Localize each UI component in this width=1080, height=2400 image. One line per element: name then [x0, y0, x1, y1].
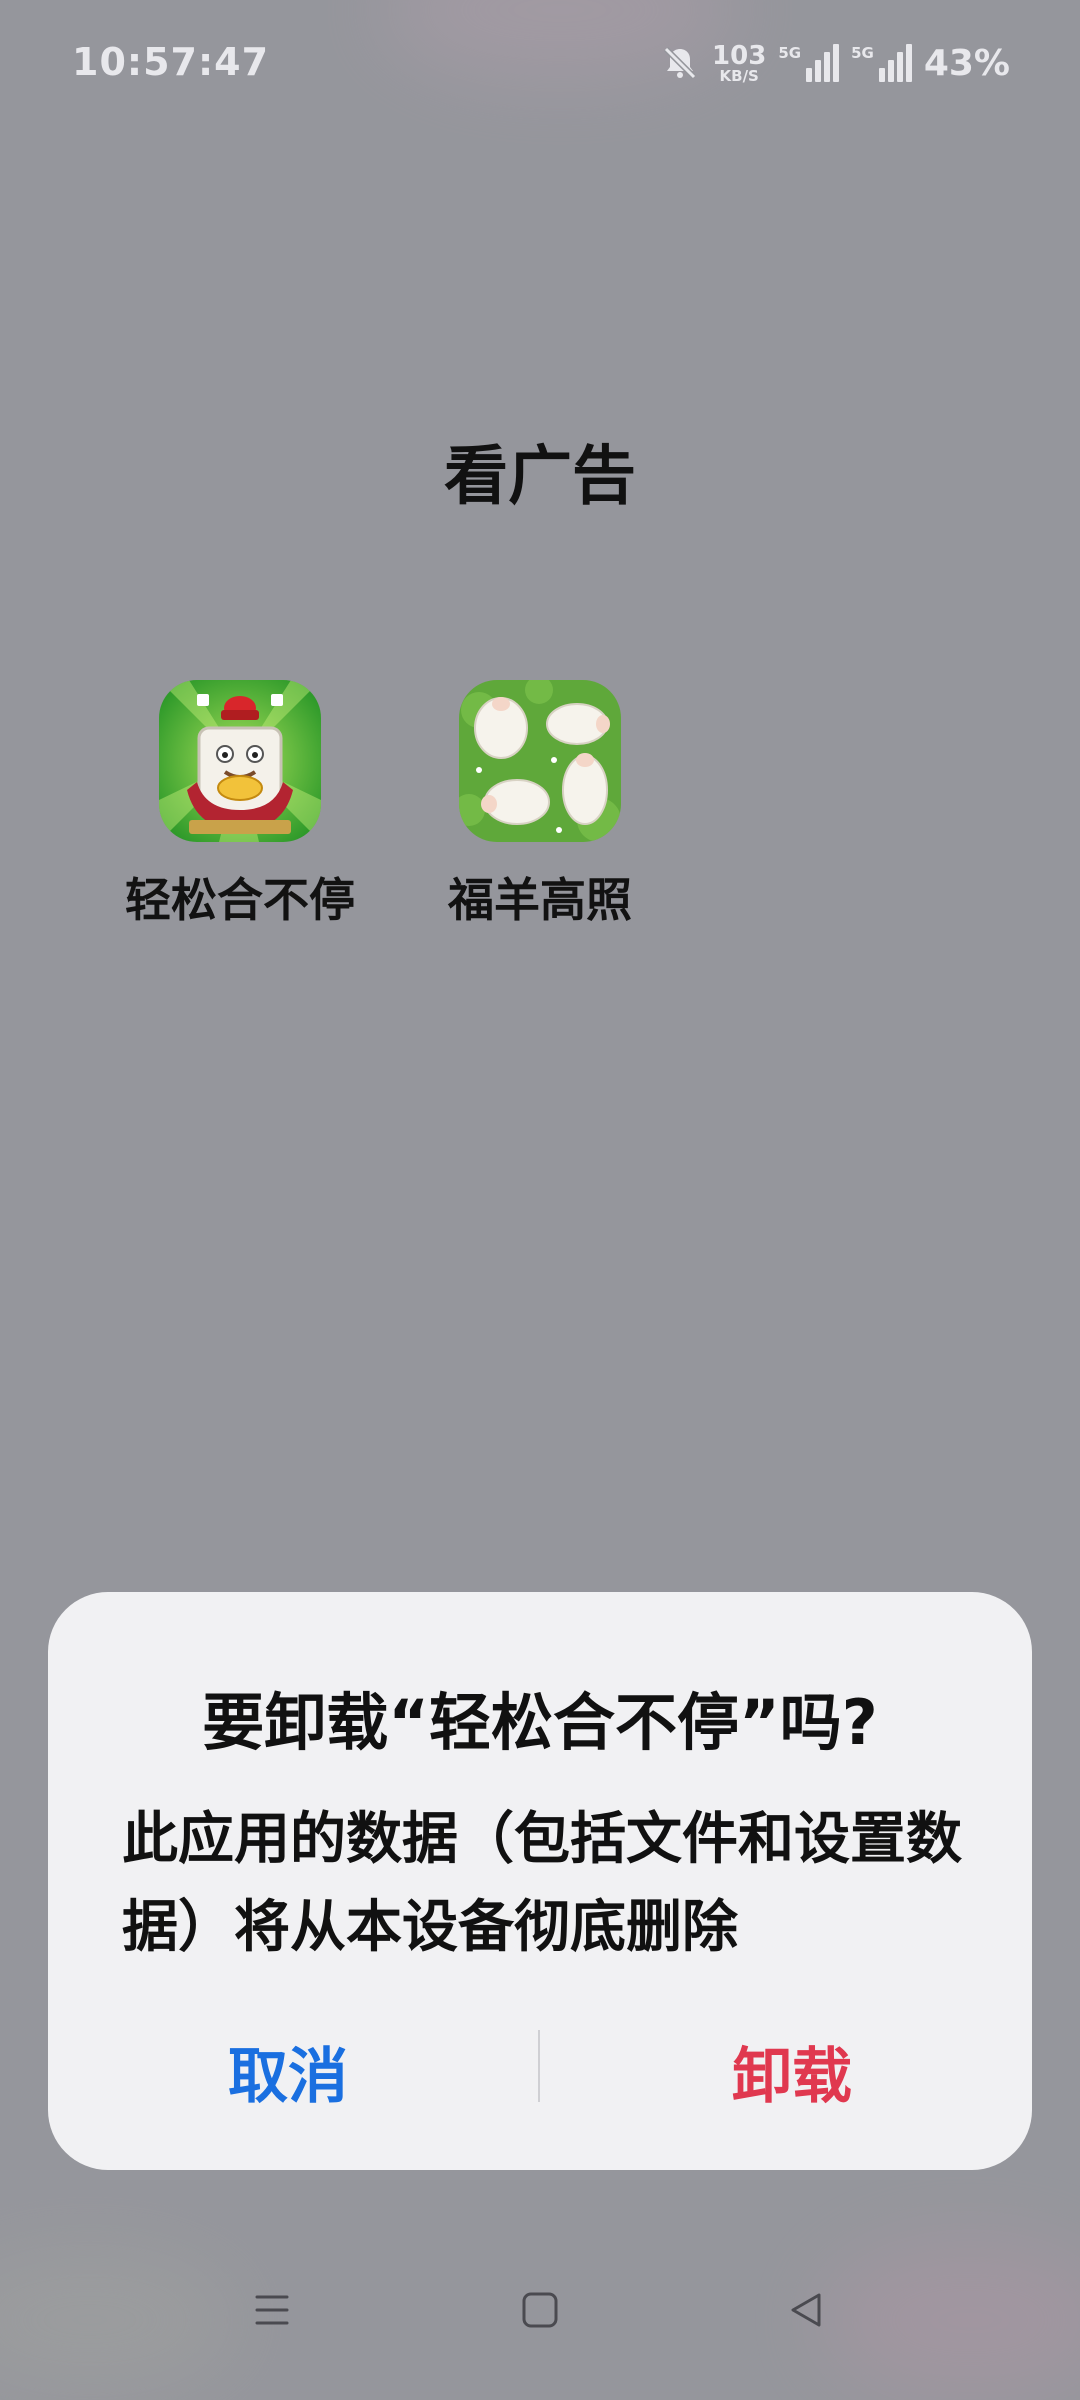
status-icons: 103 KB/S 5G 5G 43%	[660, 38, 1010, 88]
app-fuyanggaozhao[interactable]: 福羊高照	[410, 680, 670, 930]
back-icon[interactable]	[766, 2270, 846, 2350]
home-icon[interactable]	[500, 2270, 580, 2350]
navigation-bar	[0, 2270, 1080, 2350]
folder-title: 看广告	[444, 440, 636, 514]
network-speed: 103 KB/S	[712, 40, 767, 85]
app-qingsonghebuting[interactable]: 轻松合不停	[110, 680, 370, 930]
status-bar: 10:57:47 103 KB/S 5G 5G 43%	[0, 0, 1080, 130]
uninstall-dialog: 要卸载“轻松合不停”吗? 此应用的数据（包括文件和设置数据）将从本设备彻底删除 …	[48, 1592, 1032, 2170]
sheep-on-grass-icon[interactable]	[459, 680, 621, 842]
signal-icon: 5G	[778, 44, 840, 82]
battery-level: 43%	[923, 42, 1010, 84]
mute-bell-icon	[660, 43, 700, 83]
signal-icon: 5G	[851, 44, 912, 82]
button-divider	[538, 2030, 540, 2102]
dialog-title: 要卸载“轻松合不停”吗?	[202, 1686, 878, 1759]
mahjong-god-of-wealth-icon[interactable]	[159, 680, 321, 842]
cancel-button[interactable]: 取消	[48, 2022, 528, 2132]
uninstall-button[interactable]: 卸载	[552, 2022, 1032, 2132]
status-time: 10:57:47	[72, 40, 270, 84]
dialog-message: 此应用的数据（包括文件和设置数据）将从本设备彻底删除	[122, 1807, 962, 1960]
app-label: 福羊高照	[448, 873, 632, 927]
app-label: 轻松合不停	[125, 873, 355, 927]
menu-icon[interactable]	[232, 2270, 312, 2350]
